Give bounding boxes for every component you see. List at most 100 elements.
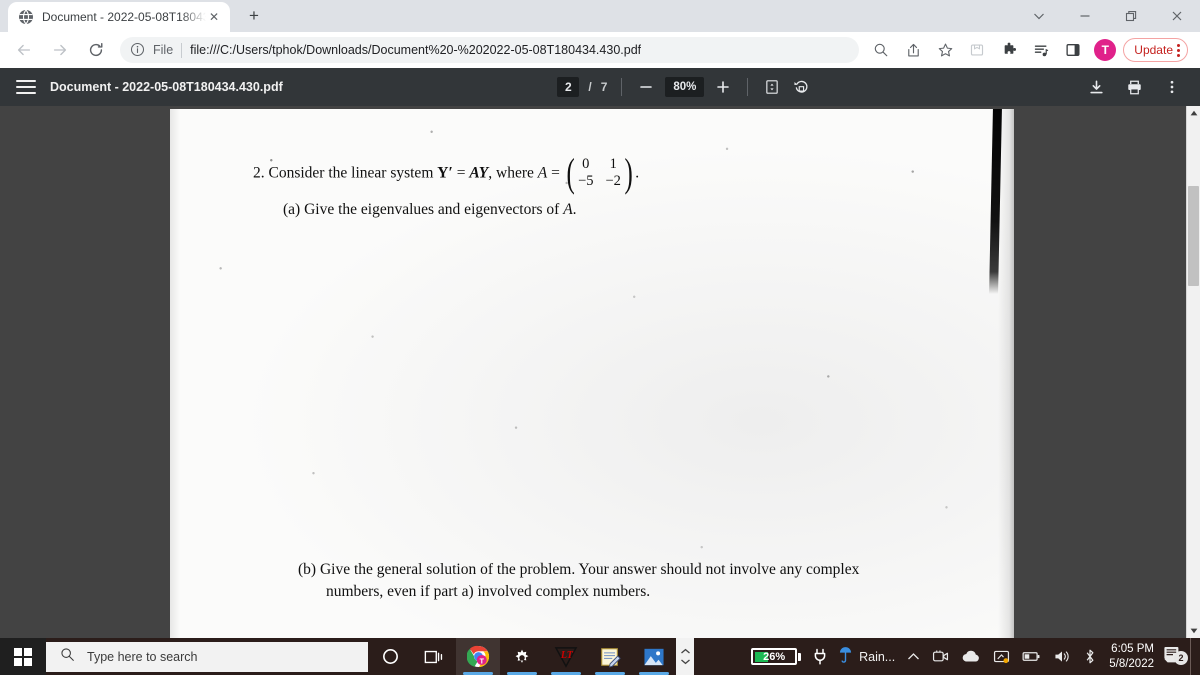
- side-panel-icon[interactable]: [1059, 36, 1087, 64]
- pdf-part-a: (a) Give the eigenvalues and eigenvector…: [283, 201, 577, 219]
- camera-icon[interactable]: [926, 638, 955, 675]
- extensions-puzzle-icon[interactable]: [995, 36, 1023, 64]
- more-vertical-icon[interactable]: [1162, 77, 1182, 97]
- reload-button[interactable]: [81, 35, 111, 65]
- matrix-cell-01: 1: [609, 156, 617, 172]
- window-controls: [1016, 0, 1200, 32]
- address-bar[interactable]: File file:///C:/Users/tphok/Downloads/Do…: [120, 37, 860, 63]
- close-icon[interactable]: ✕: [206, 9, 222, 25]
- google-chrome-icon[interactable]: T: [456, 638, 500, 675]
- scroll-down-arrow-icon[interactable]: [1187, 624, 1200, 638]
- chevron-down-icon[interactable]: [1016, 0, 1062, 32]
- pdf-viewer: Document - 2022-05-08T180434.430.pdf 2 /…: [0, 68, 1200, 638]
- task-view-icon[interactable]: [412, 638, 456, 675]
- windows-logo-icon: [14, 647, 32, 666]
- matrix-left-paren: (: [566, 149, 575, 195]
- back-button[interactable]: [9, 35, 39, 65]
- battery-indicator[interactable]: 26%: [745, 638, 807, 675]
- share-icon[interactable]: [899, 36, 927, 64]
- bookmark-star-icon[interactable]: [931, 36, 959, 64]
- photos-app-icon[interactable]: [632, 638, 676, 675]
- part-b-label: (b): [298, 561, 317, 578]
- chevron-up-icon[interactable]: [901, 638, 926, 675]
- search-placeholder: Type here to search: [87, 649, 198, 664]
- scrollbar-thumb[interactable]: [1188, 186, 1199, 286]
- battery-cap: [798, 652, 802, 661]
- maximize-restore-icon[interactable]: [1108, 0, 1154, 32]
- page-right-shading: [998, 109, 1014, 638]
- pdf-question-2: 2. Consider the linear system Y′ = AY, w…: [253, 149, 640, 195]
- matrix-cell-11: −2: [605, 173, 621, 189]
- fit-page-icon[interactable]: [762, 77, 782, 97]
- chrome-browser-window: Document - 2022-05-08T180434. ✕ + File f…: [0, 0, 1200, 675]
- settings-gear-icon[interactable]: [500, 638, 544, 675]
- battery-body: 26%: [751, 648, 798, 665]
- toolbar-divider-2: [747, 78, 749, 96]
- page-total: 7: [600, 80, 608, 94]
- taskbar-clock[interactable]: 6:05 PM 5/8/2022: [1103, 642, 1162, 671]
- scroll-up-arrow-icon[interactable]: [1187, 106, 1200, 120]
- pdf-document-title: Document - 2022-05-08T180434.430.pdf: [50, 80, 283, 94]
- cortana-icon[interactable]: [368, 638, 412, 675]
- page-separator: /: [588, 80, 592, 94]
- pdf-part-b: (b) Give the general solution of the pro…: [298, 559, 938, 604]
- zoom-level[interactable]: 80%: [665, 77, 705, 97]
- part-a-text: Give the eigenvalues and eigenvectors of: [304, 201, 560, 218]
- power-plug-icon[interactable]: [807, 638, 833, 675]
- search-input[interactable]: Type here to search: [46, 641, 368, 672]
- close-window-icon[interactable]: [1154, 0, 1200, 32]
- forward-button[interactable]: [45, 35, 75, 65]
- print-icon[interactable]: [1124, 77, 1144, 97]
- question-period: .: [635, 164, 640, 182]
- math-equals: =: [456, 164, 466, 182]
- part-b-line-1: Give the general solution of the problem…: [319, 561, 860, 578]
- part-a-var: A: [563, 201, 573, 218]
- search-icon: [60, 647, 75, 667]
- pdf-toolbar: Document - 2022-05-08T180434.430.pdf 2 /…: [0, 68, 1200, 106]
- page-number-input[interactable]: 2: [557, 77, 580, 97]
- cloud-icon[interactable]: [955, 638, 987, 675]
- pdf-scrollbar[interactable]: [1186, 106, 1200, 638]
- zoom-in-button[interactable]: [713, 77, 733, 97]
- reading-list-icon[interactable]: [1027, 36, 1055, 64]
- browser-tab[interactable]: Document - 2022-05-08T180434. ✕: [8, 2, 230, 32]
- browser-toolbar: File file:///C:/Users/tphok/Downloads/Do…: [0, 32, 1200, 68]
- pdf-page: 2. Consider the linear system Y′ = AY, w…: [170, 109, 1014, 638]
- volume-icon[interactable]: [1047, 638, 1077, 675]
- search-icon[interactable]: [867, 36, 895, 64]
- battery-tray-icon[interactable]: [1016, 638, 1047, 675]
- zoom-out-button[interactable]: [636, 77, 656, 97]
- notification-center-button[interactable]: 2: [1162, 645, 1190, 669]
- weather-widget[interactable]: Rain...: [833, 645, 901, 669]
- bluetooth-icon[interactable]: [1077, 638, 1103, 675]
- pdf-page-area[interactable]: 2. Consider the linear system Y′ = AY, w…: [0, 106, 1186, 638]
- red-app-icon[interactable]: LT: [544, 638, 588, 675]
- update-button[interactable]: Update: [1123, 38, 1188, 62]
- onedrive-icon[interactable]: [987, 638, 1016, 675]
- more-vertical-icon[interactable]: [1177, 43, 1180, 57]
- new-tab-button[interactable]: +: [240, 2, 268, 30]
- taskbar-thumbnail-scroll[interactable]: [676, 638, 694, 675]
- globe-icon: [18, 9, 34, 25]
- clock-time: 6:05 PM: [1111, 643, 1154, 656]
- update-label: Update: [1134, 43, 1173, 57]
- weather-label: Rain...: [859, 649, 896, 664]
- clock-date: 5/8/2022: [1109, 657, 1154, 670]
- start-button[interactable]: [0, 638, 46, 675]
- wallet-icon[interactable]: [963, 36, 991, 64]
- part-a-label: (a): [283, 201, 301, 218]
- download-icon[interactable]: [1086, 77, 1106, 97]
- system-tray: 26% Rain... 6:05 PM 5/8/2022 2: [745, 638, 1200, 675]
- rotate-icon[interactable]: [791, 77, 811, 97]
- notepad-app-icon[interactable]: [588, 638, 632, 675]
- avatar[interactable]: T: [1094, 39, 1117, 61]
- math-equals-2: =: [551, 164, 560, 182]
- math-var-a: A: [537, 164, 548, 182]
- show-desktop-button[interactable]: [1190, 638, 1196, 675]
- matrix-cell-10: −5: [578, 173, 594, 189]
- svg-text:LT: LT: [560, 649, 574, 660]
- umbrella-icon: [839, 645, 852, 669]
- minimize-icon[interactable]: [1062, 0, 1108, 32]
- tab-title: Document - 2022-05-08T180434.: [42, 10, 206, 24]
- hamburger-menu-icon[interactable]: [16, 77, 36, 97]
